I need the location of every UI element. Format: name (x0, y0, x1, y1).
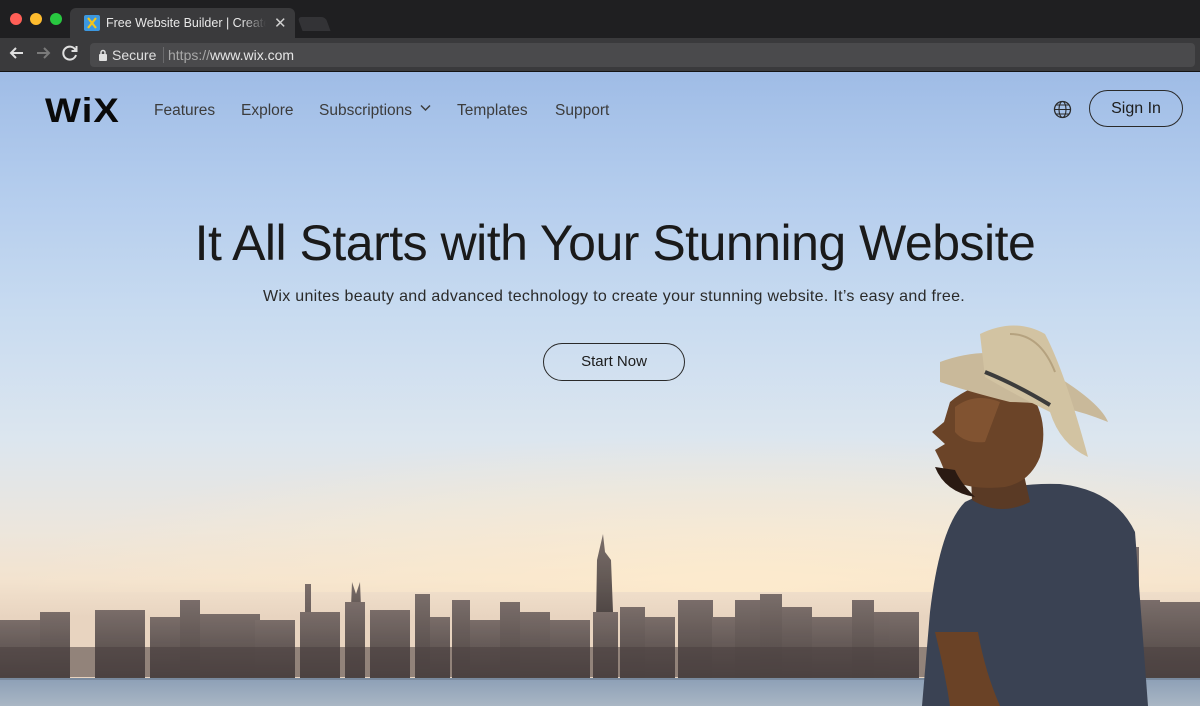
lock-icon (99, 49, 107, 61)
zoom-window-button[interactable] (50, 13, 62, 25)
browser-tab[interactable]: Free Website Builder | Create a Free Web… (70, 8, 295, 38)
close-icon[interactable]: ✕ (274, 14, 287, 32)
wix-logo[interactable]: WiX (45, 92, 120, 131)
browser-chrome: Free Website Builder | Create a Free Web… (0, 0, 1200, 72)
nav-subscriptions[interactable]: Subscriptions (319, 102, 412, 120)
hero-headline: It All Starts with Your Stunning Website (194, 215, 1036, 271)
start-now-button[interactable]: Start Now (543, 343, 685, 381)
wix-favicon-icon (84, 15, 100, 31)
close-window-button[interactable] (10, 13, 22, 25)
tab-title: Free Website Builder | Create a Free Web… (106, 16, 266, 30)
address-bar[interactable]: Secure https://www.wix.com (90, 43, 1195, 67)
nav-features[interactable]: Features (154, 102, 215, 120)
new-tab-button[interactable] (297, 17, 331, 31)
nav-explore[interactable]: Explore (241, 102, 294, 120)
nav-templates[interactable]: Templates (457, 102, 528, 120)
hero-section: WiX Features Explore Subscriptions Templ… (0, 72, 1200, 706)
reload-icon[interactable] (59, 42, 81, 64)
globe-icon[interactable] (1053, 100, 1072, 119)
secure-label: Secure (112, 47, 157, 63)
sign-in-button[interactable]: Sign In (1089, 90, 1183, 127)
browser-toolbar: Secure https://www.wix.com (0, 38, 1200, 72)
hero-subheadline: Wix unites beauty and advanced technolog… (262, 288, 966, 305)
chevron-down-icon[interactable] (420, 104, 431, 112)
back-arrow-icon[interactable] (6, 42, 28, 64)
nav-support[interactable]: Support (555, 102, 609, 120)
minimize-window-button[interactable] (30, 13, 42, 25)
man-in-straw-hat-image (922, 325, 1148, 706)
url-text[interactable]: https://www.wix.com (168, 47, 294, 63)
url-scheme: https:// (168, 47, 211, 63)
address-separator (163, 47, 164, 63)
tab-strip: Free Website Builder | Create a Free Web… (0, 0, 1200, 38)
forward-arrow-icon[interactable] (32, 42, 54, 64)
url-host: www.wix.com (210, 47, 295, 63)
